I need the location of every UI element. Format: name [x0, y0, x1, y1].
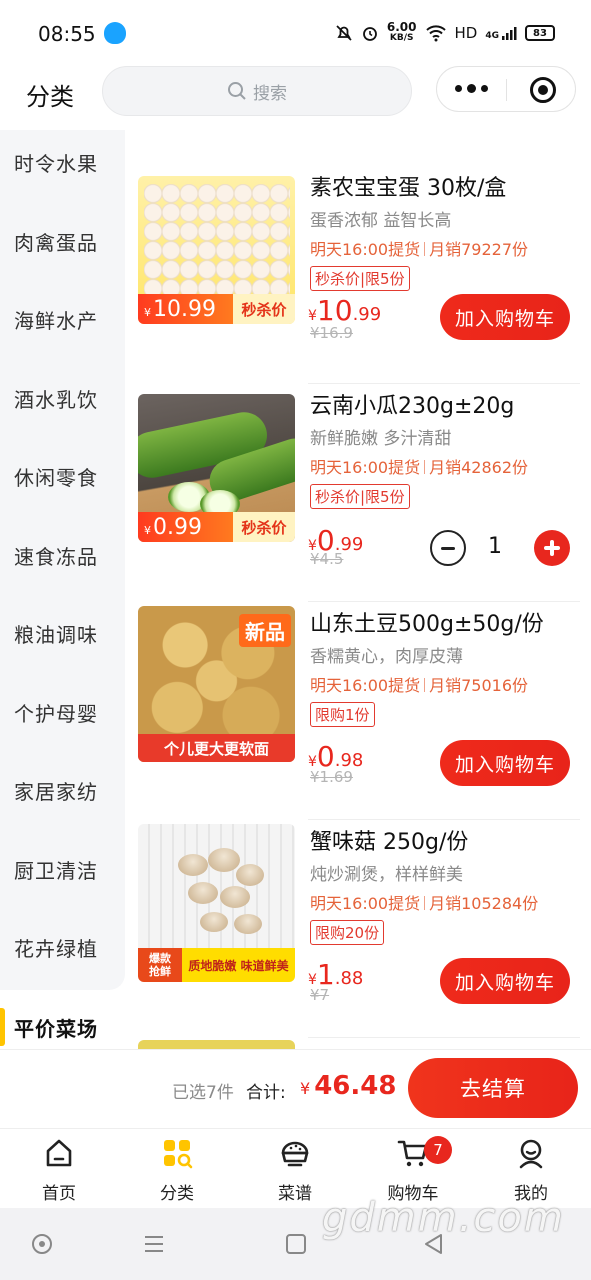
signal-icon [502, 27, 517, 40]
search-icon [228, 82, 246, 100]
product-name[interactable]: 素农宝宝蛋 30枚/盒 [310, 170, 506, 202]
tab-label: 首页 [42, 1184, 76, 1204]
add-to-cart-button[interactable]: 加入购物车 [440, 294, 570, 340]
miniprogram-capsule [436, 66, 576, 112]
sidebar-item[interactable]: 海鲜水产 [14, 305, 98, 334]
limit-badge: 限购1份 [310, 702, 375, 727]
tab-category[interactable]: 分类 [127, 1137, 227, 1207]
sidebar-item[interactable]: 休闲零食 [14, 462, 98, 491]
product-image[interactable]: ¥10.99 秒杀价 [138, 176, 295, 324]
add-to-cart-button[interactable]: 加入购物车 [440, 740, 570, 786]
search-placeholder: 搜索 [253, 83, 287, 104]
checkout-bar: 已选7件 合计: ¥46.48 去结算 [0, 1050, 591, 1128]
limit-badge: 秒杀价|限5份 [310, 266, 410, 291]
page-title: 分类 [26, 83, 74, 111]
status-indicators: 6.00 KB/S HD 4G 83 [335, 20, 555, 44]
product-name[interactable]: 蟹味菇 250g/份 [310, 824, 468, 856]
assistant-icon[interactable] [30, 1232, 54, 1256]
eggs-illustration [144, 184, 290, 302]
category-sidebar: 时令水果 肉禽蛋品 海鲜水产 酒水乳饮 休闲零食 速食冻品 粮油调味 个护母婴 … [0, 130, 125, 990]
product-meta: 明天16:00提货 月销75016份 [310, 676, 529, 695]
flash-price-tag: ¥10.99 秒杀价 [138, 294, 295, 324]
total-amount: ¥46.48 [300, 1071, 397, 1101]
product-image[interactable]: ¥0.99 秒杀价 [138, 394, 295, 542]
product-desc: 新鲜脆嫩 多汁清甜 [310, 429, 452, 449]
selected-count: 已选7件 [172, 1083, 234, 1103]
sidebar-item[interactable]: 家居家纺 [14, 776, 98, 805]
product-card[interactable]: ¥10.99 秒杀价 素农宝宝蛋 30枚/盒 蛋香浓郁 益智长高 明天16:00… [138, 166, 580, 384]
original-price: ¥7 [310, 986, 330, 1004]
cart-count-badge: 7 [424, 1136, 452, 1164]
sidebar-item[interactable]: 粮油调味 [14, 619, 98, 648]
product-name[interactable]: 山东土豆500g±50g/份 [310, 606, 544, 638]
limit-badge: 秒杀价|限5份 [310, 484, 410, 509]
next-product-peek [138, 1040, 295, 1050]
tab-home[interactable]: 首页 [9, 1137, 109, 1207]
more-icon[interactable] [455, 84, 488, 93]
alarm-icon [362, 27, 377, 41]
original-price: ¥4.5 [310, 550, 344, 568]
original-price: ¥1.69 [310, 768, 353, 786]
card-divider [308, 1037, 580, 1038]
watermark: gdmm.com [322, 1195, 565, 1241]
battery-icon: 83 [525, 25, 555, 41]
product-name[interactable]: 云南小瓜230g±20g [310, 388, 514, 420]
product-card[interactable]: 爆款 抢鲜 质地脆嫩 味道鲜美 蟹味菇 250g/份 炖炒涮煲，样样鲜美 明天16… [138, 820, 580, 1038]
add-to-cart-button[interactable]: 加入购物车 [440, 958, 570, 1004]
qq-app-icon [104, 22, 126, 44]
quantity-value: 1 [488, 534, 502, 559]
home-square-icon[interactable] [284, 1232, 308, 1256]
sidebar-item[interactable]: 酒水乳饮 [14, 384, 98, 413]
limit-badge: 限购20份 [310, 920, 385, 945]
recipe-icon [279, 1137, 311, 1169]
original-price: ¥16.9 [310, 324, 353, 342]
decrease-button[interactable] [430, 530, 466, 566]
increase-button[interactable] [534, 530, 570, 566]
tab-label: 分类 [160, 1184, 194, 1204]
home-icon [43, 1137, 75, 1169]
sidebar-item[interactable]: 肉禽蛋品 [14, 227, 98, 256]
product-price: ¥10.99 [308, 294, 382, 327]
mushroom-illustration [178, 854, 208, 876]
capsule-divider [506, 79, 507, 101]
wifi-icon [425, 25, 446, 42]
sidebar-item[interactable]: 厨卫清洁 [14, 855, 98, 884]
quantity-stepper: 1 [430, 530, 570, 566]
checkout-button[interactable]: 去结算 [408, 1058, 578, 1118]
product-desc: 炖炒涮煲，样样鲜美 [310, 865, 463, 885]
total-label: 合计: [246, 1083, 286, 1103]
sidebar-item-active[interactable]: 平价菜场 [0, 1004, 125, 1050]
product-image[interactable]: 爆款 抢鲜 质地脆嫩 味道鲜美 [138, 824, 295, 982]
product-desc: 香糯黄心，肉厚皮薄 [310, 647, 463, 667]
product-desc: 蛋香浓郁 益智长高 [310, 211, 452, 231]
new-badge: 新品 [239, 614, 291, 647]
category-icon [161, 1137, 193, 1169]
active-indicator [0, 1008, 5, 1046]
product-image[interactable]: 新品 个儿更大更软面 [138, 606, 295, 762]
menu-icon[interactable] [142, 1232, 166, 1256]
sidebar-item[interactable]: 速食冻品 [14, 541, 98, 570]
product-meta: 明天16:00提货 月销79227份 [310, 240, 529, 259]
hd-label: HD [454, 24, 478, 42]
close-target-icon[interactable] [530, 77, 556, 103]
sidebar-item[interactable]: 个护母婴 [14, 698, 98, 727]
status-bar: 08:55 6.00 KB/S HD 4G 83 [0, 0, 591, 68]
sidebar-item-active-label: 平价菜场 [14, 1017, 98, 1041]
sidebar-item[interactable]: 时令水果 [14, 148, 98, 177]
product-ribbon: 个儿更大更软面 [138, 734, 295, 762]
status-time: 08:55 [38, 22, 96, 46]
search-bar[interactable]: 搜索 [102, 66, 412, 116]
net-speed: 6.00 KB/S [386, 20, 417, 43]
profile-icon [515, 1137, 547, 1169]
product-meta: 明天16:00提货 月销42862份 [310, 458, 529, 477]
product-card[interactable]: 新品 个儿更大更软面 山东土豆500g±50g/份 香糯黄心，肉厚皮薄 明天16… [138, 602, 580, 820]
product-card[interactable]: ¥0.99 秒杀价 云南小瓜230g±20g 新鲜脆嫩 多汁清甜 明天16:00… [138, 384, 580, 602]
flash-price-tag: ¥0.99 秒杀价 [138, 512, 295, 542]
mute-bell-icon [336, 25, 352, 41]
product-meta: 明天16:00提货 月销105284份 [310, 894, 539, 913]
signal-indicator: 4G [485, 25, 517, 41]
product-ribbon: 爆款 抢鲜 质地脆嫩 味道鲜美 [138, 948, 295, 982]
sidebar-item[interactable]: 花卉绿植 [14, 933, 98, 962]
